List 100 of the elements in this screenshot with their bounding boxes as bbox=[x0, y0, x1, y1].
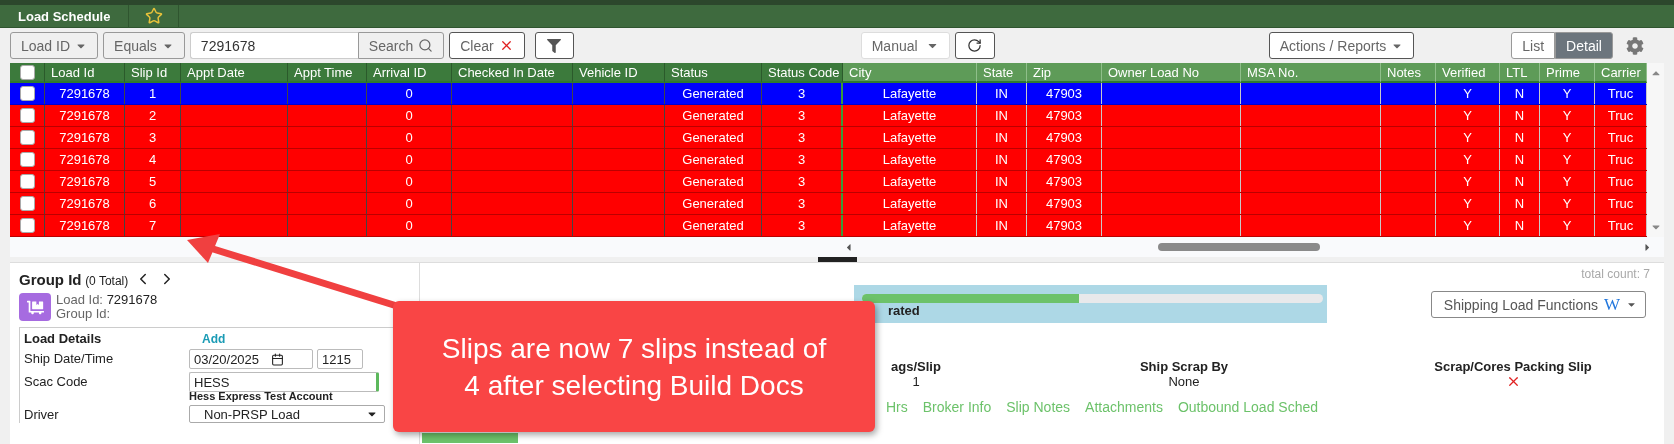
column-header[interactable]: State bbox=[977, 63, 1027, 83]
column-header[interactable]: Appt Date bbox=[181, 63, 288, 83]
column-header[interactable]: Vehicle ID bbox=[573, 63, 665, 83]
table-cell: 5 bbox=[148, 174, 157, 189]
table-cell: 7291678 bbox=[59, 130, 110, 145]
table-row[interactable]: 7291678 6 0 Generated 3 Lafayette IN 47903 Y N Y Truc bbox=[10, 193, 1647, 215]
table-cell: Y bbox=[1463, 196, 1472, 211]
table-cell: Y bbox=[1463, 174, 1472, 189]
field-label: Ship Date/Time bbox=[24, 350, 115, 366]
driver-select[interactable]: Non-PRSP Load bbox=[189, 405, 385, 423]
table-row[interactable]: 7291678 5 0 Generated 3 Lafayette IN 47903 Y N Y Truc bbox=[10, 171, 1647, 193]
search-button[interactable]: Search bbox=[357, 32, 445, 59]
table-cell: 7291678 bbox=[59, 174, 110, 189]
table-cell: N bbox=[1514, 218, 1525, 233]
shipping-functions-button[interactable]: Shipping Load Functions W bbox=[1430, 291, 1646, 318]
table-cell: Y bbox=[1562, 196, 1572, 211]
column-header[interactable]: Arrival ID bbox=[367, 63, 452, 83]
table-cell: 6 bbox=[148, 196, 157, 211]
table-cell: 7 bbox=[148, 218, 157, 233]
table-cell: 7291678 bbox=[59, 218, 110, 233]
table-cell: Y bbox=[1463, 130, 1472, 145]
table-cell: Truc bbox=[1607, 174, 1634, 189]
summary-label: Scrap/Cores Packing Slip bbox=[1434, 359, 1592, 374]
table-cell: Generated bbox=[682, 86, 744, 101]
table-cell: Lafayette bbox=[882, 196, 937, 211]
annotation-callout: Slips are now 7 slips instead of 4 after selecting Build Docs bbox=[393, 301, 875, 432]
table-cell: Y bbox=[1562, 130, 1572, 145]
table-cell: IN bbox=[995, 218, 1008, 233]
table-cell: Lafayette bbox=[882, 174, 937, 189]
actions-reports-button[interactable]: Actions / Reports bbox=[1268, 32, 1415, 59]
column-header[interactable]: Status Code bbox=[762, 63, 843, 83]
table-cell: Y bbox=[1463, 152, 1472, 167]
table-cell: Y bbox=[1562, 152, 1572, 167]
table-cell: 47903 bbox=[1045, 152, 1083, 167]
table-row[interactable]: 7291678 4 0 Generated 3 Lafayette IN 47903 Y N Y Truc bbox=[10, 149, 1647, 171]
table-row[interactable]: 7291678 1 0 Generated 3 Lafayette IN 47903 Y N Y Truc bbox=[10, 83, 1647, 105]
column-header[interactable]: Status bbox=[665, 63, 762, 83]
table-cell: IN bbox=[995, 196, 1008, 211]
table-cell: Generated bbox=[682, 174, 744, 189]
table-cell: 7291678 bbox=[59, 108, 110, 123]
table-cell: 3 bbox=[797, 152, 806, 167]
table-cell: 3 bbox=[797, 108, 806, 123]
table-cell: Y bbox=[1562, 174, 1572, 189]
section-title: Load Details bbox=[24, 331, 103, 346]
scac-name: Hess Express Test Account bbox=[189, 390, 334, 402]
clear-button[interactable]: Clear bbox=[449, 32, 525, 59]
table-row[interactable]: 7291678 7 0 Generated 3 Lafayette IN 47903 Y N Y Truc bbox=[10, 215, 1647, 237]
table-cell: Y bbox=[1463, 86, 1472, 101]
add-link[interactable]: Add bbox=[189, 332, 226, 346]
column-header[interactable]: Notes bbox=[1381, 63, 1436, 83]
table-cell: IN bbox=[995, 152, 1008, 167]
column-header[interactable]: Load Id bbox=[45, 63, 125, 83]
table-cell: Y bbox=[1562, 108, 1572, 123]
column-header[interactable]: LTL bbox=[1500, 63, 1540, 83]
table-cell: Truc bbox=[1607, 218, 1634, 233]
table-cell: 4 bbox=[148, 152, 157, 167]
table-cell: 47903 bbox=[1045, 218, 1083, 233]
table-cell: 3 bbox=[797, 218, 806, 233]
field-dropdown[interactable]: Load ID bbox=[10, 32, 99, 59]
table-cell: 1 bbox=[148, 86, 157, 101]
scac-field[interactable]: HESS bbox=[189, 372, 379, 392]
table-cell: 47903 bbox=[1045, 196, 1083, 211]
column-header[interactable]: Owner Load No bbox=[1102, 63, 1241, 83]
table-cell: 0 bbox=[405, 152, 413, 167]
column-header[interactable]: Carrier bbox=[1595, 63, 1647, 83]
table-cell: Truc bbox=[1607, 130, 1634, 145]
column-header[interactable]: City bbox=[843, 63, 977, 83]
view-toggle-button[interactable]: List bbox=[1511, 32, 1556, 59]
column-header[interactable]: Checked In Date bbox=[452, 63, 573, 83]
column-header[interactable]: Appt Time bbox=[288, 63, 367, 83]
table-cell: Truc bbox=[1607, 108, 1634, 123]
table-cell: Generated bbox=[682, 108, 744, 123]
table-cell: Generated bbox=[682, 218, 744, 233]
search-field[interactable]: 7291678 bbox=[189, 32, 358, 59]
table-cell: Truc bbox=[1607, 86, 1634, 101]
table-cell: 2 bbox=[148, 108, 157, 123]
mode-dropdown[interactable]: Manual bbox=[860, 32, 950, 59]
table-cell: N bbox=[1514, 86, 1525, 101]
date-field[interactable]: 03/20/2025 bbox=[189, 349, 313, 369]
column-header[interactable]: Prime bbox=[1540, 63, 1595, 83]
table-row[interactable]: 7291678 3 0 Generated 3 Lafayette IN 47903 Y N Y Truc bbox=[10, 127, 1647, 149]
table-cell: IN bbox=[995, 174, 1008, 189]
summary-label: Ship Scrap By bbox=[1139, 359, 1229, 374]
table-cell: 3 bbox=[797, 86, 806, 101]
column-header[interactable]: MSA No. bbox=[1241, 63, 1381, 83]
table-cell: Y bbox=[1463, 218, 1472, 233]
table-cell: Y bbox=[1463, 108, 1472, 123]
column-header[interactable]: Slip Id bbox=[125, 63, 181, 83]
view-toggle-button[interactable]: Detail bbox=[1555, 32, 1613, 59]
column-header[interactable]: Verified bbox=[1436, 63, 1500, 83]
time-field[interactable]: 1215 bbox=[317, 349, 363, 369]
operator-dropdown[interactable]: Equals bbox=[103, 32, 185, 59]
table-cell: 47903 bbox=[1045, 108, 1083, 123]
table-cell: Generated bbox=[682, 152, 744, 167]
table-row[interactable]: 7291678 2 0 Generated 3 Lafayette IN 47903 Y N Y Truc bbox=[10, 105, 1647, 127]
table-cell: 47903 bbox=[1045, 130, 1083, 145]
table-cell: Generated bbox=[682, 130, 744, 145]
table-cell: 7291678 bbox=[59, 86, 110, 101]
table-cell: N bbox=[1514, 196, 1525, 211]
column-header[interactable]: Zip bbox=[1027, 63, 1102, 83]
